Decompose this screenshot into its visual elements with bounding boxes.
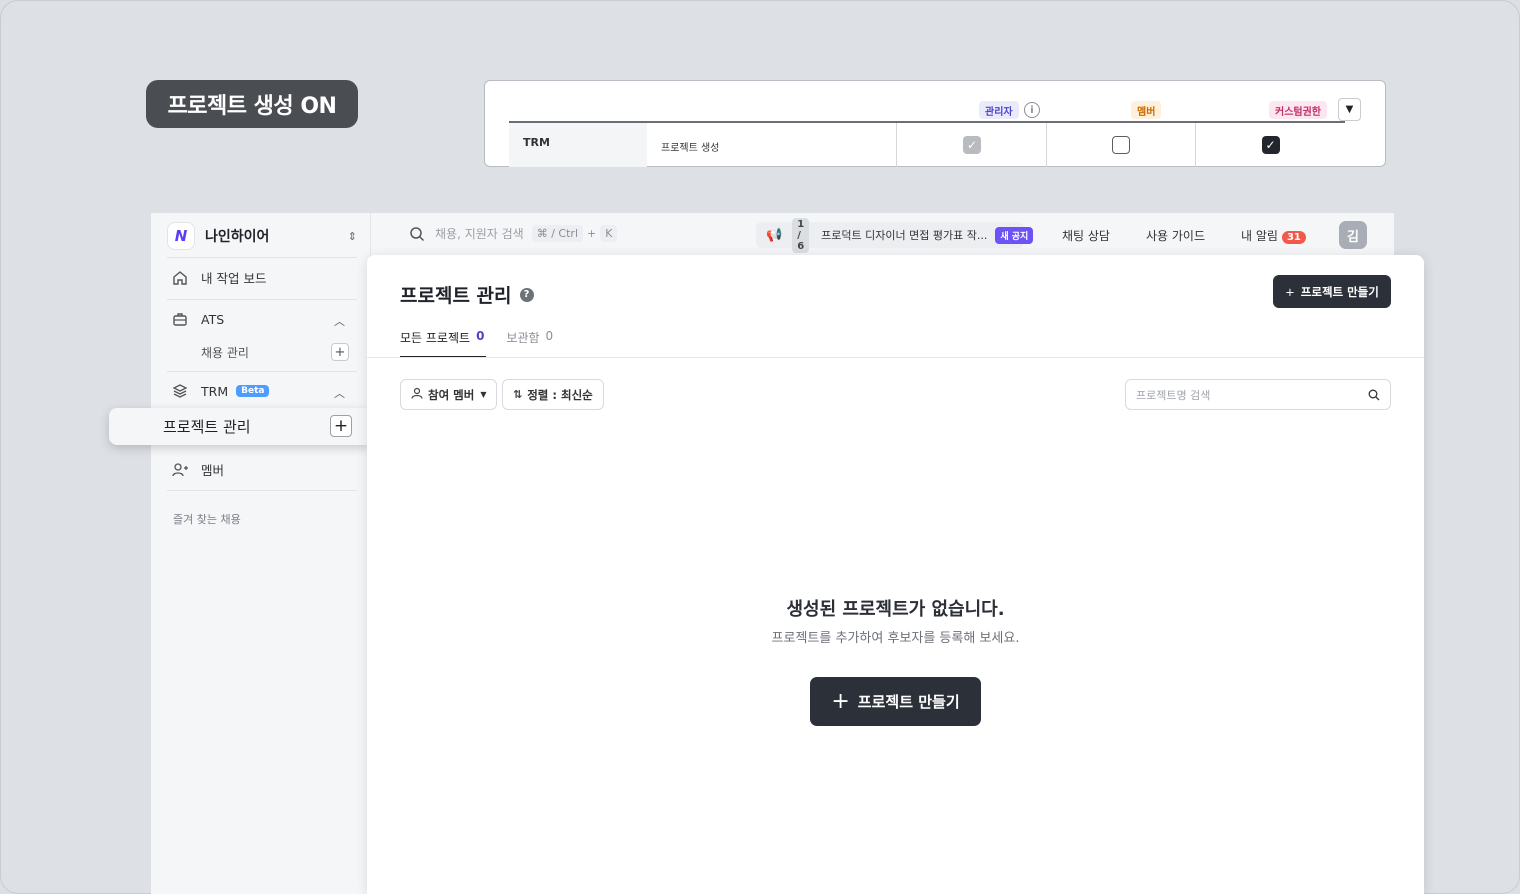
search-icon — [410, 226, 425, 241]
search-icon — [1368, 389, 1380, 400]
empty-state-title: 생성된 프로젝트가 없습니다. — [786, 599, 1005, 620]
sort-button[interactable]: ⇅ 정렬 : 최신순 — [502, 379, 604, 410]
top-bar: 채용, 지원자 검색 ⌘ / Ctrl + K 📢 1 / 6 프로덕트 디자이… — [371, 213, 1394, 257]
divider — [167, 371, 357, 372]
member-checkbox[interactable] — [1112, 136, 1130, 154]
role-custom-label: 커스텀권한 — [1269, 101, 1327, 119]
sidebar-subitem-recruit[interactable]: 채용 관리 — [201, 344, 249, 361]
project-search-input[interactable]: 프로젝트명 검색 — [1125, 379, 1391, 410]
divider — [167, 299, 357, 300]
sidebar-item-member[interactable]: 멤버 — [171, 460, 224, 479]
sidebar-item-label: 프로젝트 관리 — [163, 418, 251, 436]
shortcut-key-k: K — [600, 225, 618, 242]
tab-count: 0 — [545, 329, 554, 343]
search-placeholder: 채용, 지원자 검색 — [435, 227, 524, 241]
sidebar-item-project-management[interactable]: 프로젝트 관리 + — [109, 408, 369, 445]
admin-checkbox: ✓ — [963, 136, 981, 154]
notice-count: 1 / 6 — [792, 217, 810, 253]
button-label: 프로젝트 만들기 — [857, 693, 960, 711]
sidebar-item-ats[interactable]: ATS — [171, 310, 224, 328]
member-filter-button[interactable]: 참여 멤버 ▼ — [400, 379, 498, 410]
custom-checkbox[interactable]: ✓ — [1261, 136, 1280, 154]
divider — [167, 257, 357, 258]
layers-icon — [171, 382, 189, 400]
updown-chevron-icon: ⇕ — [347, 229, 357, 243]
main-panel: 프로젝트 관리 ? + 프로젝트 만들기 모든 프로젝트 0 보관함 0 참여 … — [367, 255, 1424, 894]
org-logo-icon: N — [167, 222, 195, 250]
avatar[interactable]: 김 — [1339, 221, 1367, 249]
button-label: 프로젝트 만들기 — [1300, 284, 1379, 299]
create-project-button-main[interactable]: + 프로젝트 만들기 — [810, 677, 981, 726]
sidebar-item-label: TRM — [201, 383, 229, 399]
tab-label: 모든 프로젝트 — [400, 331, 471, 345]
favorites-heading: 즐겨 찾는 채용 — [173, 513, 241, 526]
plus-icon: + — [831, 689, 850, 714]
button-label: 정렬 : 최신순 — [527, 387, 593, 402]
tab-label: 보관함 — [506, 331, 540, 345]
divider — [167, 490, 357, 491]
sidebar: N 나인하이어 ⇕ 내 작업 보드 ATS ︿ 채용 관리 + TRM Beta… — [151, 213, 371, 894]
briefcase-icon — [171, 310, 189, 328]
alerts-link[interactable]: 내 알림 31 — [1241, 227, 1306, 244]
permission-header: 관리자 i 멤버 커스텀권한 ▼ — [509, 91, 1361, 123]
megaphone-icon: 📢 — [766, 227, 783, 243]
permission-category: TRM — [509, 123, 647, 167]
page-title: 프로젝트 관리 ? — [400, 281, 534, 308]
tab-bar: 모든 프로젝트 0 보관함 0 — [400, 327, 573, 358]
user-guide-link[interactable]: 사용 가이드 — [1146, 227, 1205, 244]
member-check-cell — [1047, 123, 1196, 167]
alerts-count-badge: 31 — [1281, 231, 1306, 244]
sidebar-item-label: 멤버 — [201, 463, 225, 478]
admin-check-cell: ✓ — [898, 123, 1047, 167]
shortcut-plus: + — [587, 227, 597, 240]
button-label: 참여 멤버 — [428, 387, 475, 402]
empty-state-subtitle: 프로젝트를 추가하여 후보자를 등록해 보세요. — [771, 631, 1020, 646]
role-admin-label: 관리자 — [979, 101, 1019, 119]
page-title-text: 프로젝트 관리 — [400, 285, 512, 307]
home-icon — [171, 269, 189, 287]
permission-name: 프로젝트 생성 — [647, 123, 897, 167]
sidebar-item-trm[interactable]: TRM Beta — [171, 382, 270, 400]
tab-count: 0 — [476, 329, 485, 343]
plus-icon: + — [1285, 284, 1295, 299]
caret-down-icon: ▼ — [480, 390, 487, 399]
global-search[interactable]: 채용, 지원자 검색 ⌘ / Ctrl + K — [409, 225, 618, 242]
feature-banner: 프로젝트 생성 ON — [146, 80, 358, 128]
notice-text: 프로덕트 디자이너 면접 평가표 작... — [821, 229, 988, 242]
permission-row: TRM 프로젝트 생성 ✓ ✓ — [509, 123, 1345, 167]
chat-support-link[interactable]: 채팅 상담 — [1062, 227, 1110, 244]
new-notice-badge: 새 공지 — [995, 226, 1034, 244]
tab-archive[interactable]: 보관함 0 — [506, 327, 553, 358]
create-project-button[interactable]: + 프로젝트 만들기 — [1273, 275, 1391, 308]
caret-down-icon: ▼ — [1345, 104, 1354, 115]
sort-icon: ⇅ — [513, 388, 523, 401]
shortcut-key-cmd: ⌘ / Ctrl — [531, 225, 584, 242]
chevron-up-icon[interactable]: ︿ — [334, 313, 345, 329]
add-project-button[interactable]: + — [330, 415, 352, 437]
permission-table: 관리자 i 멤버 커스텀권한 ▼ TRM 프로젝트 생성 ✓ ✓ — [484, 80, 1386, 167]
tab-all-projects[interactable]: 모든 프로젝트 0 — [400, 327, 487, 358]
alerts-label: 내 알림 — [1241, 229, 1278, 243]
custom-check-cell: ✓ — [1196, 123, 1345, 167]
sidebar-item-label: ATS — [201, 311, 225, 327]
help-icon[interactable]: ? — [519, 287, 534, 302]
sidebar-item-label: 내 작업 보드 — [201, 271, 267, 286]
divider — [367, 357, 1424, 358]
org-name: 나인하이어 — [205, 229, 270, 245]
notice-bar[interactable]: 📢 1 / 6 프로덕트 디자이너 면접 평가표 작... 새 공지 — [756, 217, 1034, 253]
role-dropdown-button[interactable]: ▼ — [1338, 98, 1361, 121]
add-recruit-button[interactable]: + — [331, 343, 349, 361]
info-icon[interactable]: i — [1024, 102, 1040, 118]
add-user-icon — [171, 461, 189, 479]
beta-badge: Beta — [236, 385, 270, 397]
user-icon — [411, 387, 423, 402]
sidebar-item-my-board[interactable]: 내 작업 보드 — [171, 268, 266, 287]
role-member-label: 멤버 — [1131, 101, 1162, 119]
org-switcher[interactable]: N 나인하이어 ⇕ — [167, 221, 357, 251]
search-placeholder: 프로젝트명 검색 — [1136, 388, 1211, 402]
chevron-up-icon[interactable]: ︿ — [334, 385, 345, 401]
